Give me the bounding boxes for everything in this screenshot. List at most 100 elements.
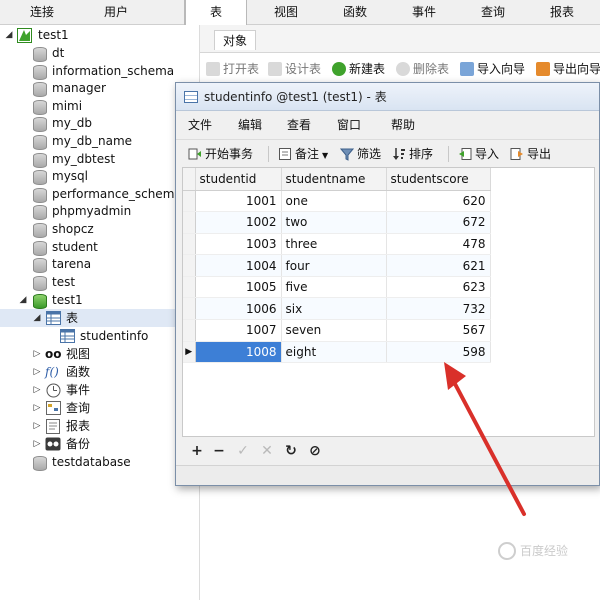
- menu-view[interactable]: 查看: [287, 113, 311, 137]
- tree-backup-node[interactable]: ▷ 备份: [0, 435, 200, 453]
- row-header[interactable]: [183, 254, 196, 277]
- tree-tables-node[interactable]: ◢ 表: [0, 309, 200, 327]
- tab-table[interactable]: 表: [185, 0, 247, 25]
- delete-record-button[interactable]: −: [210, 442, 228, 460]
- cell-studentscore[interactable]: 478: [386, 233, 491, 256]
- tree-query-node[interactable]: ▷ 查询: [0, 399, 200, 417]
- tree-db-item[interactable]: dt: [0, 44, 200, 62]
- cell-studentid-selected[interactable]: 1008: [195, 341, 282, 364]
- tree-db-item[interactable]: tarena: [0, 255, 200, 274]
- cell-studentid[interactable]: 1001: [195, 190, 282, 213]
- expand-toggle-icon[interactable]: ◢: [2, 26, 16, 44]
- table-row[interactable]: 1007 seven 567: [183, 319, 491, 342]
- new-table-button[interactable]: 新建表: [332, 59, 385, 79]
- table-row[interactable]: 1004 four 621: [183, 254, 491, 277]
- cell-studentname[interactable]: two: [281, 211, 387, 234]
- cell-studentname[interactable]: one: [281, 190, 387, 213]
- row-header[interactable]: [183, 211, 196, 234]
- cell-studentscore[interactable]: 672: [386, 211, 491, 234]
- import-button[interactable]: 导入: [458, 144, 499, 164]
- tree-db-item[interactable]: my_dbtest: [0, 150, 200, 168]
- tree-db-item[interactable]: performance_schema: [0, 185, 200, 203]
- tree-function-node[interactable]: ▷ f() 函数: [0, 363, 200, 381]
- tab-object[interactable]: 对象: [214, 30, 257, 50]
- export-wizard-button[interactable]: 导出向导: [536, 59, 600, 79]
- tree-db-item[interactable]: mimi: [0, 97, 200, 115]
- tab-query[interactable]: 查询: [465, 0, 521, 25]
- filter-button[interactable]: 筛选: [340, 144, 381, 164]
- tab-event[interactable]: 事件: [396, 0, 452, 25]
- menu-edit[interactable]: 编辑: [238, 113, 262, 137]
- tab-function[interactable]: 函数: [327, 0, 383, 25]
- cell-studentname[interactable]: eight: [281, 341, 387, 364]
- column-header[interactable]: studentname: [281, 168, 387, 191]
- begin-transaction-button[interactable]: 开始事务: [188, 144, 253, 164]
- expand-toggle-icon[interactable]: ◢: [30, 309, 44, 327]
- table-row[interactable]: 1003 three 478: [183, 233, 491, 256]
- tree-db-item[interactable]: manager: [0, 79, 200, 98]
- cell-studentid[interactable]: 1007: [195, 319, 282, 342]
- menu-file[interactable]: 文件: [188, 113, 212, 137]
- cell-studentid[interactable]: 1002: [195, 211, 282, 234]
- sort-button[interactable]: 排序: [392, 144, 433, 164]
- row-header[interactable]: [183, 276, 196, 299]
- row-header[interactable]: [183, 190, 196, 213]
- menu-help[interactable]: 帮助: [391, 113, 415, 137]
- cell-studentname[interactable]: seven: [281, 319, 387, 342]
- tree-db-item[interactable]: student: [0, 238, 200, 256]
- column-header[interactable]: studentscore: [386, 168, 491, 191]
- add-record-button[interactable]: +: [188, 442, 206, 460]
- stop-button[interactable]: ⊘: [306, 442, 324, 460]
- expand-toggle-icon[interactable]: ◢: [16, 291, 30, 309]
- tree-db-item[interactable]: mysql: [0, 167, 200, 186]
- tab-view[interactable]: 视图: [258, 0, 314, 25]
- cell-studentid[interactable]: 1003: [195, 233, 282, 256]
- tab-report[interactable]: 报表: [534, 0, 590, 25]
- expand-toggle-icon[interactable]: ▷: [30, 417, 44, 435]
- tree-db-last[interactable]: testdatabase: [0, 453, 200, 471]
- tree-event-node[interactable]: ▷ 事件: [0, 381, 200, 399]
- cell-studentscore[interactable]: 732: [386, 297, 491, 321]
- cell-studentid[interactable]: 1006: [195, 297, 282, 321]
- tree-report-node[interactable]: ▷ 报表: [0, 417, 200, 435]
- tree-db-item[interactable]: my_db: [0, 114, 200, 133]
- cell-studentname[interactable]: five: [281, 276, 387, 299]
- refresh-button[interactable]: ↻: [282, 442, 300, 460]
- table-row[interactable]: 1002 two 672: [183, 211, 491, 234]
- memo-button[interactable]: 备注 ▼: [278, 144, 328, 164]
- cell-studentid[interactable]: 1005: [195, 276, 282, 299]
- cell-studentname[interactable]: six: [281, 297, 387, 321]
- cell-studentname[interactable]: three: [281, 233, 387, 256]
- delete-table-button[interactable]: 删除表: [396, 59, 449, 79]
- import-wizard-button[interactable]: 导入向导: [460, 59, 525, 79]
- cell-studentscore[interactable]: 567: [386, 319, 491, 342]
- cell-studentscore[interactable]: 620: [386, 190, 491, 213]
- tree-db-item[interactable]: phpmyadmin: [0, 202, 200, 221]
- cell-studentid[interactable]: 1004: [195, 254, 282, 277]
- cell-studentscore[interactable]: 623: [386, 276, 491, 299]
- table-row[interactable]: 1001 one 620: [183, 190, 491, 213]
- tab-connect[interactable]: 连接: [14, 0, 70, 25]
- row-header[interactable]: [183, 297, 196, 321]
- row-header[interactable]: [183, 319, 196, 342]
- tab-user[interactable]: 用户: [88, 0, 144, 25]
- row-header[interactable]: [183, 233, 196, 256]
- design-table-button[interactable]: 设计表: [268, 59, 321, 79]
- tree-db-item[interactable]: test: [0, 273, 200, 291]
- discard-changes-button[interactable]: ✕: [258, 442, 276, 460]
- expand-toggle-icon[interactable]: ▷: [30, 435, 44, 453]
- expand-toggle-icon[interactable]: ▷: [30, 345, 44, 363]
- expand-toggle-icon[interactable]: ▷: [30, 381, 44, 399]
- tree-db-open[interactable]: ◢ test1: [0, 291, 200, 309]
- tree-db-item[interactable]: shopcz: [0, 220, 200, 238]
- tree-db-item[interactable]: information_schema: [0, 62, 200, 80]
- expand-toggle-icon[interactable]: ▷: [30, 399, 44, 417]
- tree-table-item[interactable]: studentinfo: [0, 327, 200, 345]
- export-button[interactable]: 导出: [510, 144, 551, 164]
- current-row-indicator[interactable]: ▶: [183, 341, 196, 364]
- column-header[interactable]: studentid: [195, 168, 282, 191]
- menu-window[interactable]: 窗口: [337, 113, 361, 137]
- expand-toggle-icon[interactable]: ▷: [30, 363, 44, 381]
- cell-studentname[interactable]: four: [281, 254, 387, 277]
- apply-changes-button[interactable]: ✓: [234, 442, 252, 460]
